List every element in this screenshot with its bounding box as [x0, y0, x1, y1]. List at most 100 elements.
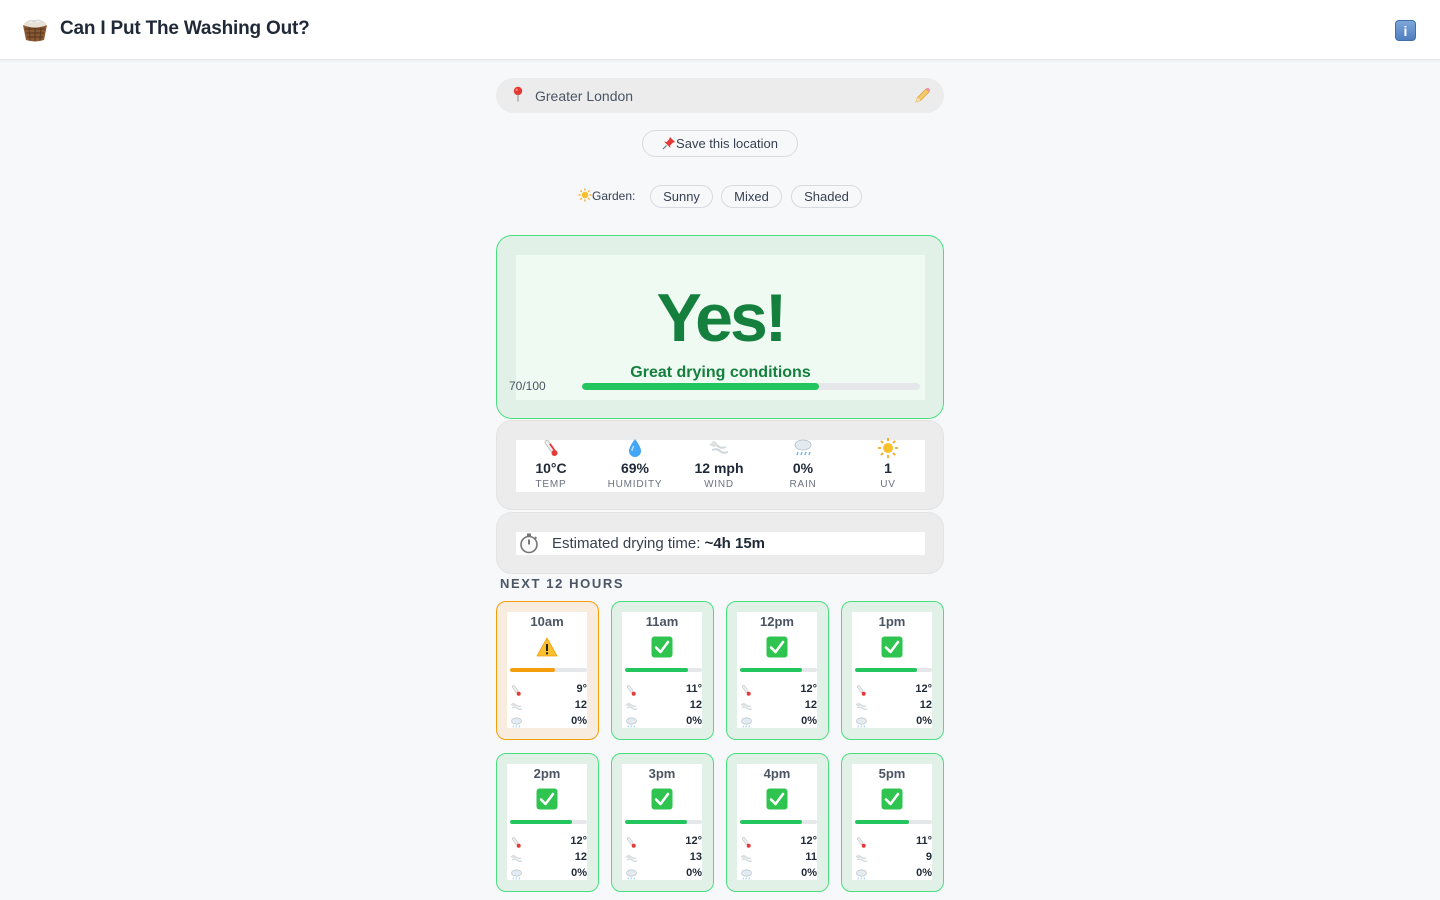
hour-wind: 12 — [510, 699, 587, 714]
hour-temp: 9° — [510, 683, 587, 698]
hour-temp: 11° — [855, 835, 932, 850]
hour-rain: 0% — [510, 715, 587, 730]
hour-rain: 0% — [740, 867, 817, 882]
hour-card-3pm[interactable]: 3pm 12° 13 0% — [611, 753, 714, 892]
hour-rain: 0% — [855, 867, 932, 882]
wind-icon — [510, 700, 523, 713]
hour-score-fill — [625, 668, 689, 672]
hour-card-12pm[interactable]: 12pm 12° 12 0% — [726, 601, 829, 740]
hour-wind: 12 — [510, 851, 587, 866]
stat-rain-label: RAIN — [789, 479, 817, 490]
hour-card-5pm[interactable]: 5pm 11° 9 0% — [841, 753, 944, 892]
hour-temp-value: 12° — [800, 683, 817, 695]
hour-card-1pm[interactable]: 1pm 12° 12 0% — [841, 601, 944, 740]
hour-score-bar — [740, 820, 817, 824]
hour-temp: 12° — [740, 835, 817, 850]
rain-cloud-icon — [510, 716, 523, 729]
hour-card-2pm[interactable]: 2pm 12° 12 0% — [496, 753, 599, 892]
garden-option-mixed[interactable]: Mixed — [721, 185, 782, 208]
rain-cloud-icon — [855, 716, 868, 729]
stopwatch-icon — [520, 533, 538, 554]
hour-card-4pm[interactable]: 4pm 12° 11 0% — [726, 753, 829, 892]
stat-rain-value: 0% — [792, 460, 814, 476]
garden-option-shaded[interactable]: Shaded — [791, 185, 862, 208]
hour-temp: 11° — [625, 683, 702, 698]
score-bar — [582, 383, 920, 390]
rain-cloud-icon — [794, 439, 812, 456]
hour-wind-value: 12 — [919, 699, 932, 711]
hour-rain-value: 0% — [801, 715, 817, 727]
score-label: 70/100 — [509, 379, 546, 393]
info-button[interactable]: i — [1395, 20, 1416, 41]
hour-temp: 12° — [625, 835, 702, 850]
check-icon — [881, 636, 903, 658]
hour-panel: 2pm 12° 12 0% — [507, 764, 587, 880]
rain-cloud-icon — [625, 868, 638, 881]
hour-rain-value: 0% — [916, 715, 932, 727]
thermometer-icon — [510, 684, 523, 697]
rain-cloud-icon — [740, 716, 753, 729]
save-location-button[interactable]: Save this location — [642, 130, 798, 157]
thermometer-icon — [510, 836, 523, 849]
hour-score-fill — [740, 820, 802, 824]
hour-time: 3pm — [648, 766, 676, 781]
drying-time-card: Estimated drying time: ~4h 15m — [496, 512, 944, 574]
hour-panel: 3pm 12° 13 0% — [622, 764, 702, 880]
drying-time-text: Estimated drying time: ~4h 15m — [552, 535, 765, 552]
wind-icon — [740, 852, 753, 865]
hour-wind: 12 — [855, 699, 932, 714]
rain-cloud-icon — [740, 868, 753, 881]
hour-wind-value: 12 — [574, 699, 587, 711]
garden-label: Garden: — [578, 188, 635, 203]
hour-temp-value: 9° — [576, 683, 587, 695]
hour-rain: 0% — [625, 867, 702, 882]
hour-panel: 5pm 11° 9 0% — [852, 764, 932, 880]
hour-rain-value: 0% — [686, 715, 702, 727]
hour-temp: 12° — [510, 835, 587, 850]
hour-score-bar — [510, 820, 587, 824]
stat-humidity-value: 69% — [620, 460, 650, 476]
garden-option-sunny[interactable]: Sunny — [650, 185, 713, 208]
verdict-card: Yes! Great drying conditions 70/100 — [496, 235, 944, 419]
stat-uv-value: 1 — [884, 460, 892, 476]
hour-score-fill — [740, 668, 802, 672]
location-input[interactable]: Greater London — [496, 78, 944, 113]
hour-wind: 11 — [740, 851, 817, 866]
wind-icon — [855, 700, 868, 713]
save-location-label: Save this location — [676, 136, 778, 151]
hour-wind: 12 — [740, 699, 817, 714]
drying-time-panel: Estimated drying time: ~4h 15m — [516, 532, 925, 555]
hour-score-fill — [510, 820, 572, 824]
hour-card-11am[interactable]: 11am 11° 12 0% — [611, 601, 714, 740]
hour-wind-value: 12 — [804, 699, 817, 711]
hour-time: 12pm — [760, 614, 794, 629]
hour-time: 5pm — [878, 766, 906, 781]
check-icon — [536, 788, 558, 810]
hour-panel: 11am 11° 12 0% — [622, 612, 702, 728]
stat-wind-label: WIND — [704, 479, 734, 490]
hour-wind-value: 13 — [689, 851, 702, 863]
hour-score-bar — [740, 668, 817, 672]
verdict-headline: Yes! — [656, 280, 788, 356]
warning-icon — [536, 636, 558, 658]
hour-wind: 9 — [855, 851, 932, 866]
rain-cloud-icon — [510, 868, 523, 881]
hour-score-fill — [855, 668, 917, 672]
wind-icon — [740, 700, 753, 713]
stat-rain: 0% RAIN — [761, 439, 845, 490]
sun-icon — [878, 438, 898, 458]
wind-icon — [709, 441, 729, 454]
hour-card-10am[interactable]: 10am 9° 12 0% — [496, 601, 599, 740]
stat-temp-label: TEMP — [535, 479, 567, 490]
hour-wind: 13 — [625, 851, 702, 866]
pencil-icon[interactable] — [912, 86, 932, 106]
hour-wind-value: 12 — [574, 851, 587, 863]
stat-wind: 12 mph WIND — [677, 440, 761, 490]
score-bar-fill — [582, 383, 819, 390]
hour-score-bar — [625, 668, 702, 672]
rain-cloud-icon — [625, 716, 638, 729]
wind-icon — [625, 700, 638, 713]
hour-temp-value: 12° — [915, 683, 932, 695]
stat-humidity: 69% HUMIDITY — [593, 439, 677, 490]
wind-icon — [855, 852, 868, 865]
